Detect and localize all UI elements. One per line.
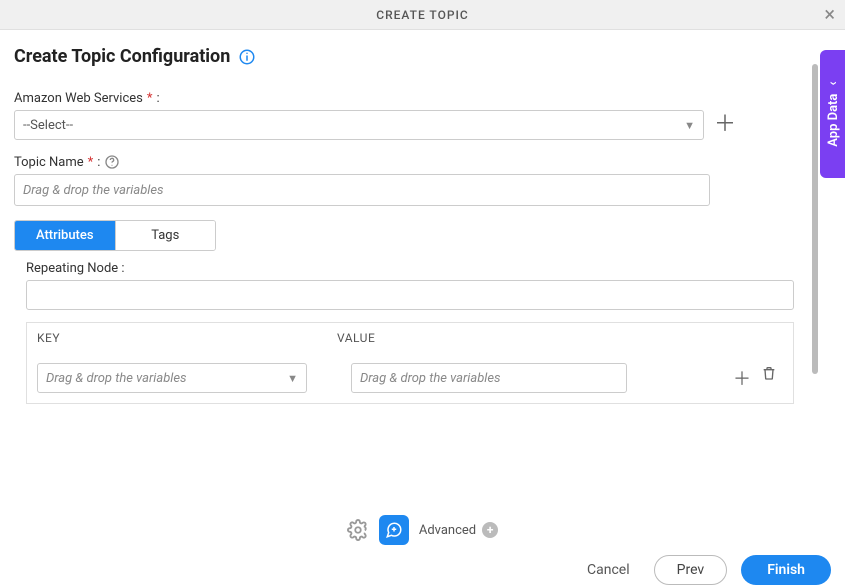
aws-select[interactable]: --Select-- ▼ bbox=[14, 110, 704, 140]
aws-label: Amazon Web Services *: bbox=[14, 91, 806, 106]
kv-key-header: KEY bbox=[37, 331, 337, 345]
repeating-node-wrap bbox=[14, 280, 806, 310]
kv-header: KEY VALUE bbox=[27, 323, 793, 353]
required-mark: * bbox=[88, 155, 94, 170]
kv-value-header: VALUE bbox=[337, 331, 617, 345]
comment-add-button[interactable] bbox=[379, 515, 409, 545]
repeating-node-label: Repeating Node : bbox=[26, 261, 806, 276]
aws-field: Amazon Web Services *: --Select-- ▼ ＋ bbox=[14, 91, 806, 140]
info-icon[interactable] bbox=[238, 48, 256, 66]
plus-circle-icon: + bbox=[482, 522, 498, 538]
advanced-label: Advanced bbox=[419, 523, 476, 538]
footer-tools: Advanced + bbox=[0, 508, 845, 552]
aws-select-value: --Select-- bbox=[23, 118, 73, 133]
topic-label-text: Topic Name bbox=[14, 155, 84, 170]
cancel-button[interactable]: Cancel bbox=[577, 556, 640, 584]
aws-label-text: Amazon Web Services bbox=[14, 91, 143, 106]
dialog-title: CREATE TOPIC bbox=[376, 8, 469, 22]
tabs: Attributes Tags bbox=[14, 220, 216, 251]
delete-row-icon[interactable] bbox=[761, 365, 777, 391]
chevron-down-icon: ▼ bbox=[684, 119, 695, 132]
kv-row-actions: ＋ bbox=[733, 365, 783, 391]
app-data-drawer-tab[interactable]: App Data ‹ bbox=[820, 50, 845, 178]
scrollbar-thumb[interactable] bbox=[812, 64, 818, 374]
dialog-body: Create Topic Configuration Amazon Web Se… bbox=[0, 30, 820, 508]
help-icon[interactable] bbox=[104, 154, 120, 170]
colon: : bbox=[97, 155, 100, 170]
repeating-node-input[interactable] bbox=[26, 280, 794, 310]
topic-name-input[interactable] bbox=[14, 174, 710, 206]
dialog-header: CREATE TOPIC × bbox=[0, 0, 845, 30]
kv-table: KEY VALUE Drag & drop the variables ▼ ＋ bbox=[26, 322, 794, 404]
tab-tags[interactable]: Tags bbox=[115, 221, 216, 250]
page-title-row: Create Topic Configuration bbox=[14, 46, 806, 67]
colon: : bbox=[156, 91, 159, 106]
app-data-label: App Data bbox=[825, 94, 840, 147]
prev-button[interactable]: Prev bbox=[654, 555, 728, 585]
kv-key-select[interactable]: Drag & drop the variables ▼ bbox=[37, 363, 307, 393]
add-row-icon[interactable]: ＋ bbox=[733, 365, 751, 391]
chevron-down-icon: ▼ bbox=[287, 372, 298, 385]
kv-key-placeholder: Drag & drop the variables bbox=[46, 371, 187, 386]
close-icon[interactable]: × bbox=[824, 4, 835, 24]
topic-label: Topic Name *: bbox=[14, 154, 806, 170]
finish-button[interactable]: Finish bbox=[741, 555, 831, 585]
tab-attributes[interactable]: Attributes bbox=[15, 221, 115, 250]
add-aws-icon[interactable]: ＋ bbox=[714, 114, 736, 136]
footer-buttons: Cancel Prev Finish bbox=[0, 552, 845, 588]
advanced-toggle[interactable]: Advanced + bbox=[419, 522, 498, 538]
kv-value-input[interactable] bbox=[351, 363, 627, 393]
aws-select-row: --Select-- ▼ ＋ bbox=[14, 110, 806, 140]
gear-icon[interactable] bbox=[347, 519, 369, 541]
chevron-left-icon: ‹ bbox=[825, 81, 841, 85]
required-mark: * bbox=[147, 91, 153, 106]
topic-field: Topic Name *: bbox=[14, 154, 806, 206]
kv-row: Drag & drop the variables ▼ ＋ bbox=[27, 353, 793, 403]
page-title: Create Topic Configuration bbox=[14, 46, 230, 67]
